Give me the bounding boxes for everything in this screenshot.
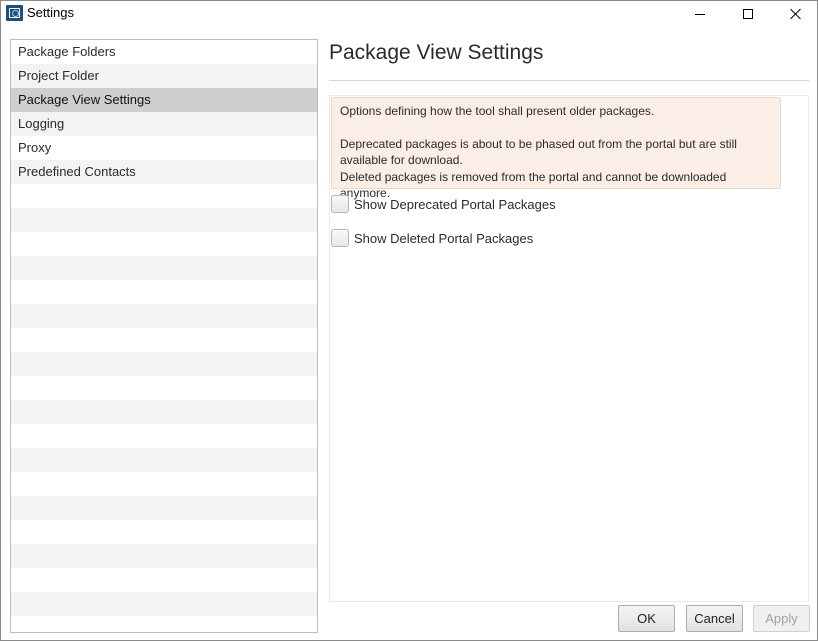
nav-empty-row: [11, 616, 317, 632]
show-deleted-option[interactable]: Show Deleted Portal Packages: [331, 228, 533, 248]
maximize-button[interactable]: [725, 1, 771, 27]
nav-empty-row: [11, 472, 317, 496]
nav-item-package-view-settings[interactable]: Package View Settings: [11, 88, 317, 112]
nav-empty-row: [11, 280, 317, 304]
settings-window: Settings Package Folders Project Folder …: [0, 0, 818, 641]
nav-empty-row: [11, 304, 317, 328]
nav-empty-row: [11, 208, 317, 232]
show-deprecated-checkbox[interactable]: [331, 195, 349, 213]
nav-empty-row: [11, 496, 317, 520]
title-bar: Settings: [1, 1, 817, 27]
nav-empty-row: [11, 256, 317, 280]
nav-empty-row: [11, 592, 317, 616]
nav-item-logging[interactable]: Logging: [11, 112, 317, 136]
nav-empty-row: [11, 400, 317, 424]
nav-empty-row: [11, 568, 317, 592]
info-text-deprecated: Deprecated packages is about to be phase…: [340, 136, 737, 168]
app-logo-icon: [6, 5, 23, 21]
nav-empty-row: [11, 232, 317, 256]
nav-empty-row: [11, 448, 317, 472]
nav-empty-row: [11, 352, 317, 376]
nav-empty-row: [11, 376, 317, 400]
settings-category-list[interactable]: Package Folders Project Folder Package V…: [10, 39, 318, 633]
show-deprecated-option[interactable]: Show Deprecated Portal Packages: [331, 194, 556, 214]
nav-item-predefined-contacts[interactable]: Predefined Contacts: [11, 160, 317, 184]
nav-empty-row: [11, 544, 317, 568]
nav-empty-row: [11, 424, 317, 448]
maximize-icon: [743, 9, 753, 19]
nav-empty-row: [11, 328, 317, 352]
cancel-button[interactable]: Cancel: [686, 605, 743, 632]
close-icon: [790, 8, 802, 20]
show-deprecated-label: Show Deprecated Portal Packages: [354, 196, 556, 212]
nav-empty-row: [11, 184, 317, 208]
apply-button[interactable]: Apply: [753, 605, 810, 632]
ok-button[interactable]: OK: [618, 605, 675, 632]
info-text-intro: Options defining how the tool shall pres…: [340, 104, 655, 118]
info-message-box: Options defining how the tool shall pres…: [331, 97, 781, 200]
nav-item-package-folders[interactable]: Package Folders: [11, 40, 317, 64]
title-divider: [329, 80, 809, 81]
close-button[interactable]: [773, 1, 818, 27]
minimize-button[interactable]: [677, 1, 723, 27]
nav-empty-row: [11, 520, 317, 544]
window-title: Settings: [27, 5, 74, 20]
minimize-icon: [695, 13, 705, 15]
nav-item-project-folder[interactable]: Project Folder: [11, 64, 317, 88]
nav-item-proxy[interactable]: Proxy: [11, 136, 317, 160]
show-deleted-label: Show Deleted Portal Packages: [354, 230, 534, 246]
page-title: Package View Settings: [329, 41, 544, 64]
show-deleted-checkbox[interactable]: [331, 229, 349, 247]
